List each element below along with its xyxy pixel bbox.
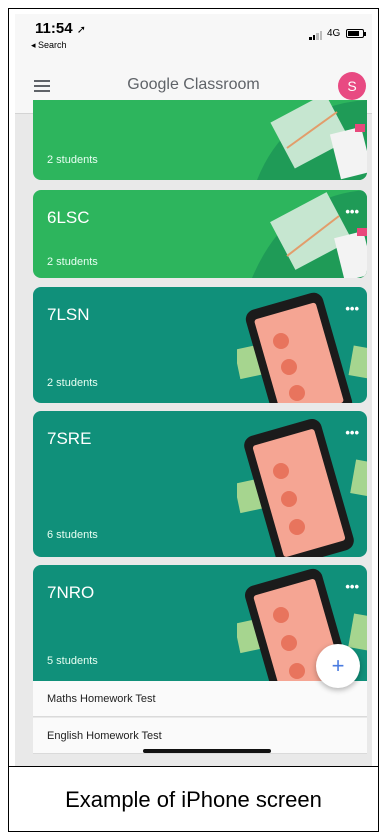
signal-icon: [309, 31, 323, 40]
app-title: Google Classroom: [127, 76, 260, 93]
add-button[interactable]: +: [316, 644, 360, 688]
student-count: 2 students: [47, 256, 98, 268]
class-name: 7LSN: [47, 305, 90, 324]
more-options-icon[interactable]: •••: [345, 425, 359, 440]
status-time-text: 11:54: [35, 20, 73, 37]
class-card[interactable]: 7SRE ••• 6 students: [33, 411, 367, 557]
class-card[interactable]: 2 students: [33, 100, 367, 180]
home-indicator[interactable]: [143, 749, 271, 753]
back-to-search-link[interactable]: ◂ Search: [31, 40, 67, 51]
phone-screen: 11:54 ➚ ◂ Search 4G Google Classroom S 2…: [15, 14, 372, 766]
more-options-icon[interactable]: •••: [345, 301, 359, 316]
student-count: 5 students: [47, 655, 98, 667]
location-icon: ➚: [76, 24, 86, 36]
network-type: 4G: [327, 28, 341, 39]
list-item[interactable]: Maths Homework Test: [33, 681, 367, 717]
class-name: 7NRO: [47, 583, 95, 602]
more-options-icon[interactable]: •••: [345, 204, 359, 219]
status-bar: 11:54 ➚ ◂ Search 4G: [15, 14, 372, 58]
student-count: 6 students: [47, 529, 98, 541]
avatar[interactable]: S: [338, 72, 366, 100]
more-options-icon[interactable]: •••: [345, 579, 359, 594]
class-card[interactable]: 7LSN ••• 2 students: [33, 287, 367, 403]
list-item-label: Maths Homework Test: [47, 693, 156, 705]
list-item-label: English Homework Test: [47, 730, 162, 742]
status-time: 11:54 ➚: [35, 20, 86, 37]
battery-icon: [346, 29, 366, 38]
figure-caption: Example of iPhone screen: [65, 786, 322, 812]
notebook-illustration-icon: [257, 100, 367, 180]
class-card[interactable]: 6LSC ••• 2 students: [33, 190, 367, 278]
student-count: 2 students: [47, 377, 98, 389]
student-count: 2 students: [47, 154, 98, 166]
class-name: 6LSC: [47, 208, 90, 227]
class-name: 7SRE: [47, 429, 92, 448]
